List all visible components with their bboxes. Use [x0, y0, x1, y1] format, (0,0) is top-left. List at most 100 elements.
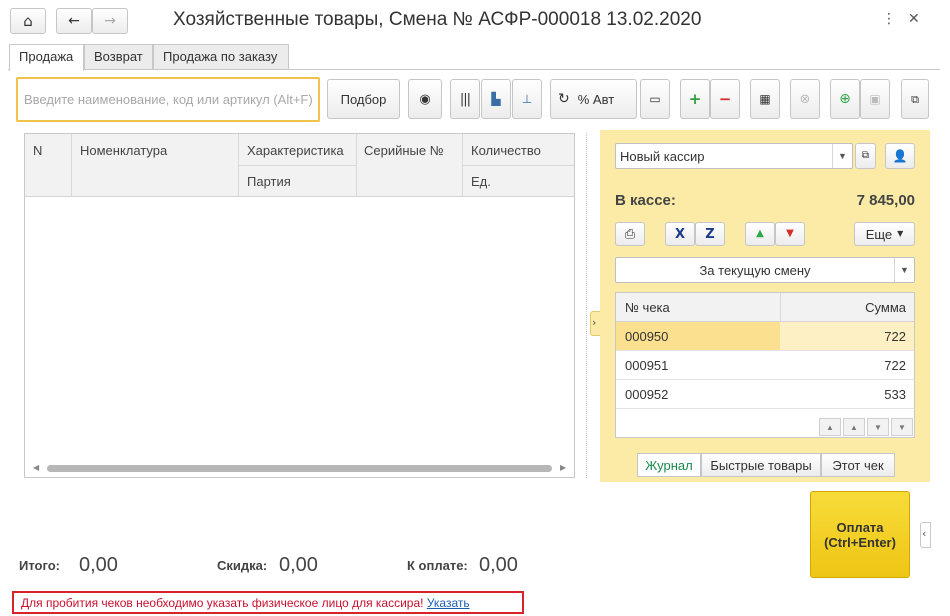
tab-return[interactable]: Возврат: [84, 44, 153, 70]
specify-link[interactable]: Указать: [427, 596, 470, 610]
col-unit[interactable]: Ед.: [471, 174, 491, 189]
in-cash-label: В кассе:: [615, 192, 676, 209]
tab-journal[interactable]: Журнал: [637, 453, 701, 477]
barcode-button[interactable]: |||: [450, 79, 480, 119]
col-nomenclature[interactable]: Номенклатура: [80, 143, 167, 158]
period-select[interactable]: За текущую смену ▼: [615, 257, 915, 283]
open-cashier-button[interactable]: ⧉: [855, 143, 876, 169]
tab-sale[interactable]: Продажа: [9, 44, 84, 71]
tab-order-sale[interactable]: Продажа по заказу: [153, 44, 289, 70]
add-item-button[interactable]: ⊕: [830, 79, 860, 119]
items-table[interactable]: N Номенклатура Характеристика Серийные №…: [24, 133, 575, 478]
podbor-button[interactable]: Подбор: [327, 79, 400, 119]
scroll-top-button[interactable]: ▲: [819, 418, 841, 436]
chevron-right-icon: ›: [592, 316, 597, 329]
cash-in-button[interactable]: ▲: [745, 222, 775, 246]
table-row[interactable]: 000952 533: [616, 380, 914, 409]
auto-discount-button[interactable]: ↻ % Авт: [550, 79, 637, 119]
window-title: Хозяйственные товары, Смена № АСФР-00001…: [173, 9, 702, 30]
to-pay-value: 0,00: [479, 554, 518, 576]
add-circle-icon: ⊕: [839, 91, 851, 107]
x-report-button[interactable]: X: [665, 222, 695, 246]
receipts-table[interactable]: № чека Сумма 000950 722 000951 722 00095…: [615, 292, 915, 438]
header-row-divider: [462, 165, 574, 166]
cashier-warning: Для пробития чеков необходимо указать фи…: [12, 591, 524, 614]
arrow-left-icon: ←: [68, 13, 80, 29]
decrease-button[interactable]: −: [710, 79, 740, 119]
stamp-button[interactable]: ⊥: [512, 79, 542, 119]
scroll-up-button[interactable]: ▲: [843, 418, 865, 436]
scroll-right-icon[interactable]: ▶: [560, 464, 566, 472]
col-quantity[interactable]: Количество: [471, 143, 541, 158]
calculator-button[interactable]: ▦: [750, 79, 780, 119]
cash-out-button[interactable]: ▼: [775, 222, 805, 246]
home-icon: ⌂: [23, 11, 33, 30]
table-row[interactable]: 000951 722: [616, 351, 914, 380]
scroll-down-button[interactable]: ▼: [867, 418, 889, 436]
col-characteristic[interactable]: Характеристика: [247, 143, 344, 158]
receipt-sum: 722: [884, 358, 906, 373]
receipt-number: 000950: [616, 322, 780, 350]
view-button[interactable]: ◉: [408, 79, 442, 119]
pay-button[interactable]: Оплата (Ctrl+Enter): [810, 491, 910, 578]
horizontal-scrollbar[interactable]: [47, 465, 552, 472]
print-button[interactable]: ⎙: [615, 222, 645, 246]
chevron-down-icon[interactable]: ▼: [832, 144, 852, 168]
cancel-button[interactable]: ⊗: [790, 79, 820, 119]
refresh-icon: ↻: [558, 91, 570, 107]
increase-button[interactable]: +: [680, 79, 710, 119]
card-payment-button[interactable]: ▭: [640, 79, 670, 119]
home-button[interactable]: ⌂: [10, 8, 46, 34]
discount-label: Скидка:: [217, 558, 268, 573]
tab-this-receipt[interactable]: Этот чек: [821, 453, 895, 477]
col-divider: [356, 134, 357, 197]
user-question-icon: 👤: [892, 149, 908, 163]
document-plus-icon: ▣: [869, 92, 881, 106]
close-icon[interactable]: ✕: [908, 12, 920, 26]
col-n[interactable]: N: [33, 143, 42, 158]
items-table-header: N Номенклатура Характеристика Серийные №…: [25, 134, 574, 197]
scroll-bottom-button[interactable]: ▼: [891, 418, 913, 436]
stamp-icon: ⊥: [521, 92, 533, 106]
cashier-user-button[interactable]: 👤: [885, 143, 915, 169]
copy-disabled-button[interactable]: ▣: [860, 79, 890, 119]
discount-value: 0,00: [279, 554, 318, 576]
chevron-down-icon[interactable]: ▼: [894, 258, 914, 282]
to-pay-label: К оплате:: [407, 558, 468, 573]
receipt-number: 000952: [625, 387, 669, 402]
search-input[interactable]: [24, 92, 318, 107]
warning-text: Для пробития чеков необходимо указать фи…: [21, 596, 424, 610]
z-report-button[interactable]: Z: [695, 222, 725, 246]
col-serial[interactable]: Серийные №: [364, 143, 444, 158]
pay-button-shortcut: (Ctrl+Enter): [824, 534, 896, 550]
plus-icon: +: [688, 89, 702, 108]
receipts-table-header: № чека Сумма: [616, 293, 914, 322]
credit-card-icon: ▭: [649, 92, 661, 106]
scanner-button[interactable]: ▙: [481, 79, 511, 119]
more-button[interactable]: Еще ▼: [854, 222, 915, 246]
expand-side-handle[interactable]: ‹: [920, 522, 931, 548]
external-window-icon: ⧉: [911, 92, 919, 106]
forward-button[interactable]: →: [92, 8, 128, 34]
col-batch[interactable]: Партия: [247, 174, 291, 189]
back-button[interactable]: ←: [56, 8, 92, 34]
search-field[interactable]: [16, 77, 320, 122]
tab-divider: [8, 69, 940, 70]
open-window-button[interactable]: ⧉: [901, 79, 929, 119]
panel-splitter: [586, 133, 587, 478]
x-report-icon: X: [674, 226, 686, 242]
minus-icon: −: [718, 89, 732, 108]
col-receipt-number[interactable]: № чека: [616, 293, 780, 321]
pay-button-label: Оплата: [836, 519, 884, 535]
col-receipt-sum[interactable]: Сумма: [780, 293, 914, 321]
table-row[interactable]: 000950 722: [616, 322, 914, 351]
more-vert-icon[interactable]: ⋮: [882, 12, 896, 26]
cashier-select[interactable]: Новый кассир ▼: [615, 143, 853, 169]
auto-discount-label: % Авт: [577, 91, 615, 107]
receipt-sum: 722: [780, 322, 914, 350]
tab-quick-items[interactable]: Быстрые товары: [701, 453, 821, 477]
scroll-left-icon[interactable]: ◀: [33, 464, 39, 472]
receipt-sum: 533: [884, 387, 906, 402]
title-bar: ⌂ ← → Хозяйственные товары, Смена № АСФР…: [0, 0, 950, 42]
z-report-icon: Z: [705, 226, 715, 242]
